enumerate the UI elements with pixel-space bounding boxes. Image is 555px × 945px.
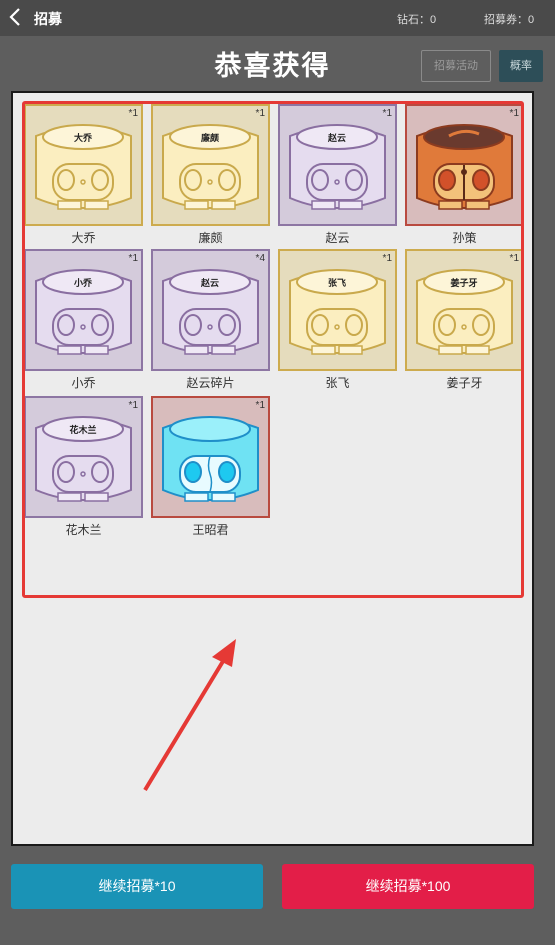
recruit-10-button[interactable]: 继续招募*10 [11, 864, 263, 909]
top-bar: 招募 钻石：0 招募券：0 [0, 0, 555, 36]
highlight-box [22, 101, 524, 598]
pointer-arrow-icon [143, 639, 236, 792]
page-title: 招募 [34, 11, 62, 27]
diamond-count: 钻石：0 [397, 14, 437, 26]
back-arrow-icon[interactable] [6, 6, 26, 28]
ticket-count: 招募券：0 [484, 14, 535, 26]
result-heading: 恭喜获得 [214, 51, 331, 81]
recruit-100-button[interactable]: 继续招募*100 [282, 864, 534, 909]
